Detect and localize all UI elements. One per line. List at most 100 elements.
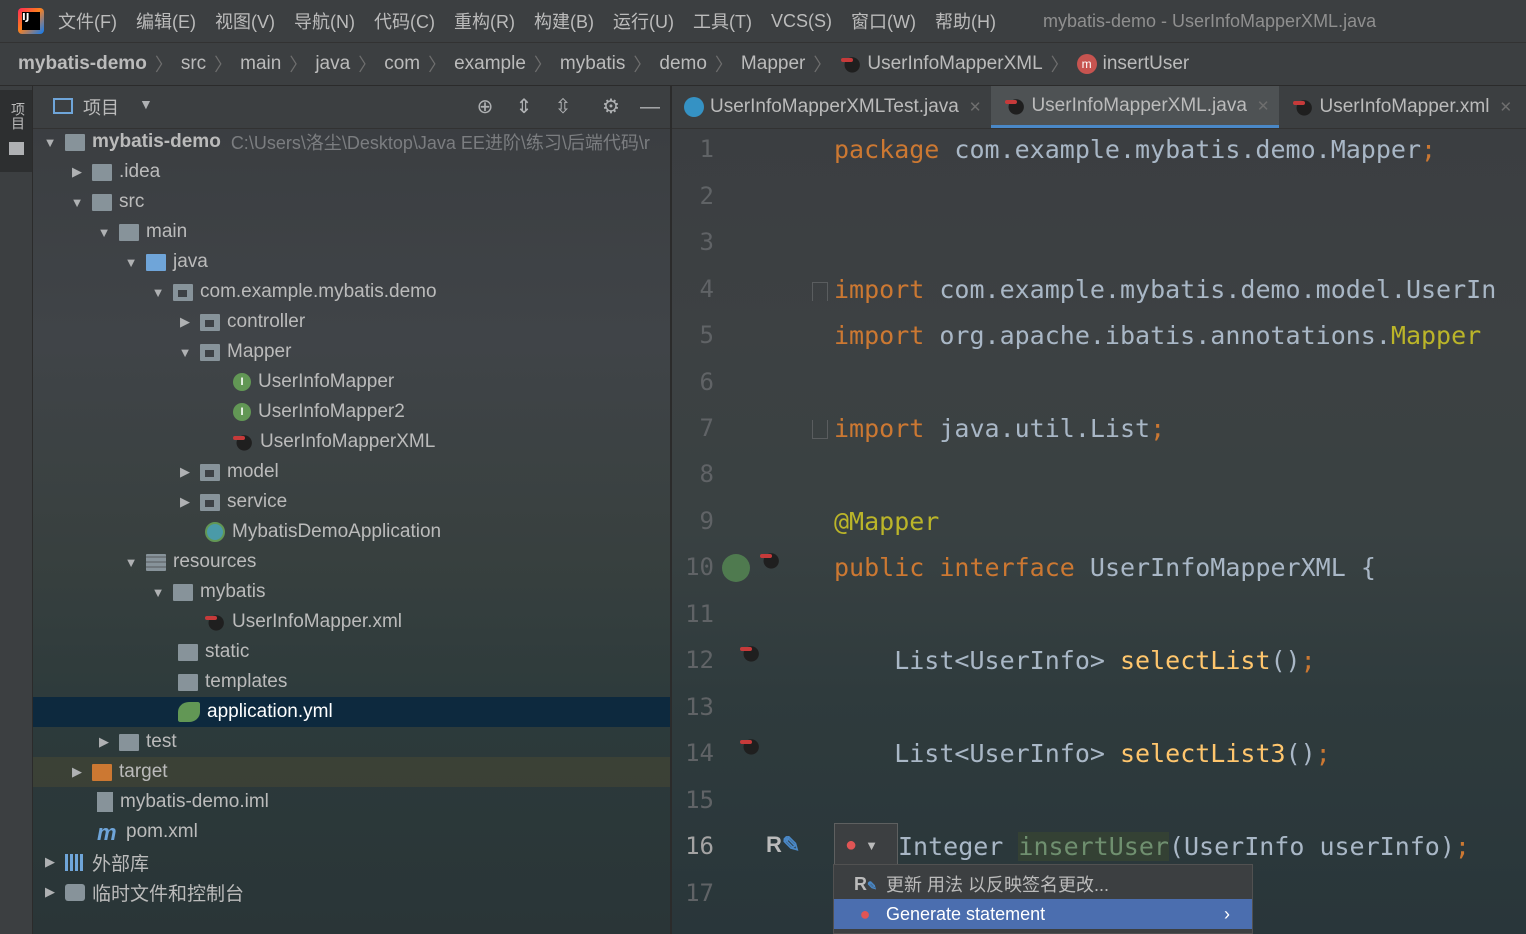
mybatis-bird-gutter-icon[interactable] [738,737,760,755]
tree-item[interactable]: ▼ com.example.mybatis.demo [33,277,670,307]
chevron-down-icon[interactable]: ▼ [151,585,165,600]
tree-item[interactable]: I UserInfoMapper2 [33,397,670,427]
menu-tools[interactable]: 工具(T) [693,8,752,34]
breadcrumb-item[interactable]: mybatis-demo [18,53,147,75]
menu-vcs[interactable]: VCS(S) [771,11,832,32]
chevron-down-icon[interactable]: ▼ [151,285,165,300]
tree-item[interactable]: ▶ service [33,487,670,517]
breadcrumb-item[interactable]: src [181,53,206,75]
tree-item[interactable]: templates [33,667,670,697]
chevron-right-icon[interactable]: ▶ [70,164,84,180]
fold-marker-icon[interactable] [812,420,828,439]
editor-tab[interactable]: UserInfoMapperXMLTest.java ✕ [672,86,991,128]
spring-bean-gutter-icon[interactable] [722,554,750,582]
code-token: public [834,553,925,582]
chevron-down-icon[interactable]: ▼ [178,345,192,360]
menu-navigate[interactable]: 导航(N) [294,8,355,34]
menu-window[interactable]: 窗口(W) [851,8,916,34]
menu-run[interactable]: 运行(U) [613,8,674,34]
code-token: UserInfoMapperXML { [1074,553,1376,582]
editor-tab-active[interactable]: UserInfoMapperXML.java ✕ [991,86,1280,128]
editor-tab[interactable]: UserInfoMapper.xml ✕ [1279,86,1522,128]
project-panel-title[interactable]: 项目 [83,94,119,120]
chevron-down-icon[interactable]: ▼ [124,255,138,270]
breadcrumb-item[interactable]: Mapper [741,53,805,75]
tree-item[interactable]: ▼ java [33,247,670,277]
tree-item[interactable]: ▶ target [33,757,670,787]
tree-item[interactable]: m pom.xml [33,817,670,847]
gear-icon[interactable]: ⚙ [600,96,622,118]
chevron-right-icon: 〉 [1050,55,1069,75]
tree-item[interactable]: ▶ test [33,727,670,757]
fold-marker-icon[interactable] [812,282,828,301]
tree-item[interactable]: mybatis-demo.iml [33,787,670,817]
code-line-12: List<UserInfo> selectList(); [834,646,1315,675]
menu-view[interactable]: 视图(V) [215,8,275,34]
tree-item[interactable]: ▶ model [33,457,670,487]
intention-item-update-usages[interactable]: R✎ 更新 用法 以反映签名更改... [834,869,1252,899]
menu-file[interactable]: 文件(F) [58,8,117,34]
tree-item[interactable]: ▶ 临时文件和控制台 [33,877,670,907]
tree-item[interactable]: ▶ .idea [33,157,670,187]
tree-item[interactable]: UserInfoMapper.xml [33,607,670,637]
breadcrumb-item[interactable]: main [240,53,281,75]
close-icon[interactable]: ✕ [1499,98,1512,116]
chevron-right-icon[interactable]: ▶ [178,314,192,330]
menu-build[interactable]: 构建(B) [534,8,594,34]
tree-item[interactable]: UserInfoMapperXML [33,427,670,457]
tree-item[interactable]: ▼ resources [33,547,670,577]
chevron-down-icon[interactable]: ▼ [43,135,57,150]
breadcrumb-item[interactable]: UserInfoMapperXML [867,53,1042,75]
tree-item-label: .idea [119,161,161,182]
chevron-right-icon[interactable]: ▶ [43,854,57,870]
project-tool-tab[interactable]: 项目 [0,90,32,172]
tree-item[interactable]: ▶ controller [33,307,670,337]
locate-icon[interactable]: ⊕ [474,96,496,118]
breadcrumb-item[interactable]: example [454,53,526,75]
tree-item[interactable]: ▼ mybatis [33,577,670,607]
intention-bulb-button[interactable]: ● ▼ [834,823,898,867]
refactor-icon[interactable]: R✎ [766,832,800,862]
folder-icon [92,163,112,181]
breadcrumb-item[interactable]: com [384,53,420,75]
chevron-down-icon[interactable]: ▼ [97,225,111,240]
tree-item[interactable]: static [33,637,670,667]
breadcrumb-item[interactable]: mybatis [560,53,625,75]
intention-item-generate-statement[interactable]: ● Generate statement › [834,899,1252,929]
minimize-icon[interactable]: — [639,96,661,118]
chevron-right-icon[interactable]: ▶ [178,464,192,480]
tree-item-label: com.example.mybatis.demo [200,281,437,302]
chevron-right-icon[interactable]: ▶ [178,494,192,510]
chevron-down-icon[interactable]: ▼ [139,96,153,112]
tree-item[interactable]: MybatisDemoApplication [33,517,670,547]
mybatis-bird-gutter-icon[interactable] [738,644,760,662]
close-icon[interactable]: ✕ [1257,97,1270,115]
chevron-right-icon[interactable]: ▶ [43,884,57,900]
code-line-7: import java.util.List; [834,414,1165,443]
chevron-right-icon[interactable]: ▶ [70,764,84,780]
menu-code[interactable]: 代码(C) [374,8,435,34]
tree-item[interactable]: ▶ 外部库 [33,847,670,877]
chevron-down-icon[interactable]: ▼ [124,555,138,570]
tree-item[interactable]: ▼ Mapper [33,337,670,367]
code-editor[interactable]: 1 2 3 4 5 6 7 8 9 10 11 12 13 14 15 16 1… [672,129,1526,934]
tree-item[interactable]: I UserInfoMapper [33,367,670,397]
line-number: 8 [699,460,714,488]
breadcrumb-item[interactable]: java [315,53,350,75]
tree-item[interactable]: ▼ src [33,187,670,217]
breadcrumb-item[interactable]: insertUser [1103,53,1190,75]
chevron-down-icon[interactable]: ▼ [70,195,84,210]
chevron-right-icon[interactable]: ▶ [97,734,111,750]
expand-all-icon[interactable]: ⇕ [513,96,535,118]
collapse-all-icon[interactable]: ⇳ [552,96,574,118]
menu-help[interactable]: 帮助(H) [935,8,996,34]
tree-item-selected[interactable]: application.yml [33,697,670,727]
menu-refactor[interactable]: 重构(R) [454,8,515,34]
breadcrumb-item[interactable]: demo [659,53,707,75]
menu-edit[interactable]: 编辑(E) [136,8,196,34]
tree-item-project-root[interactable]: ▼ mybatis-demo C:\Users\洛尘\Desktop\Java … [33,127,670,157]
mybatis-bird-gutter-icon[interactable] [758,551,780,569]
tree-item[interactable]: ▼ main [33,217,670,247]
code-token: com.example.mybatis.demo.Mapper [939,135,1421,164]
close-icon[interactable]: ✕ [969,98,982,116]
